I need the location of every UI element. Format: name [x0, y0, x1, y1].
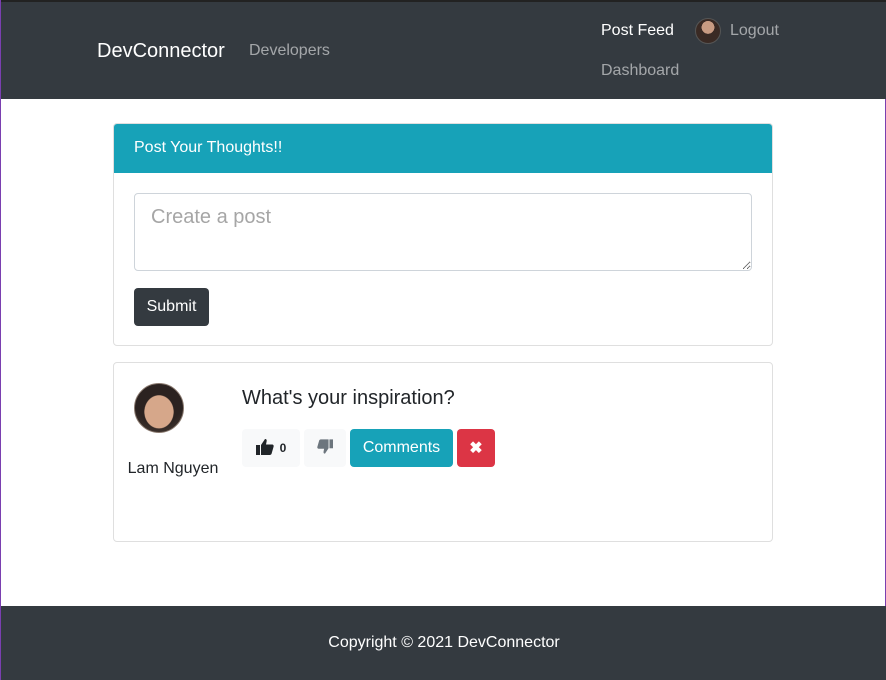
close-icon: ✖ — [469, 440, 483, 457]
nav-post-feed-link[interactable]: Post Feed — [601, 22, 674, 40]
unlike-button[interactable] — [304, 429, 346, 467]
footer-copyright: Copyright © 2021 DevConnector — [328, 634, 560, 651]
user-avatar — [695, 18, 721, 44]
comments-button[interactable]: Comments — [350, 429, 453, 467]
brand-link[interactable]: DevConnector — [97, 40, 225, 63]
nav-developers-link[interactable]: Developers — [249, 42, 330, 60]
post-item: Lam Nguyen What's your inspiration? 0 Co… — [113, 362, 773, 542]
post-actions: 0 Comments ✖ — [242, 429, 495, 467]
submit-button[interactable]: Submit — [134, 288, 209, 326]
author-avatar[interactable] — [134, 383, 184, 433]
post-form-header: Post Your Thoughts!! — [114, 124, 772, 173]
delete-button[interactable]: ✖ — [457, 429, 495, 467]
post-text: What's your inspiration? — [242, 387, 455, 409]
post-form-card: Post Your Thoughts!! Submit — [113, 123, 773, 346]
nav-dashboard-link[interactable]: Dashboard — [601, 62, 679, 80]
footer: Copyright © 2021 DevConnector — [1, 606, 886, 680]
logout-label: Logout — [730, 22, 779, 39]
thumbs-down-icon — [317, 439, 333, 457]
thumbs-up-icon — [255, 438, 274, 458]
author-name: Lam Nguyen — [127, 460, 219, 477]
like-button[interactable]: 0 — [242, 429, 300, 467]
logout-link[interactable]: Logout — [695, 18, 779, 44]
post-text-input[interactable] — [134, 193, 752, 271]
like-count: 0 — [279, 441, 287, 455]
navbar: DevConnector Developers Post Feed Logout… — [1, 0, 886, 99]
